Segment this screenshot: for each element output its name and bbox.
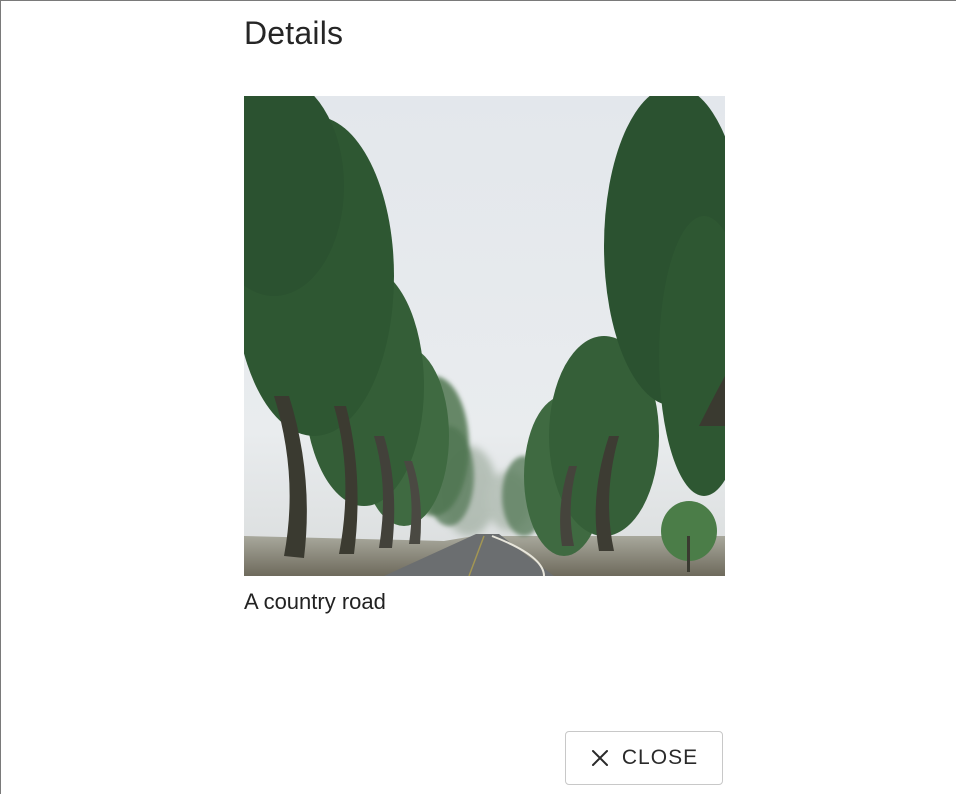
detail-image	[244, 96, 725, 576]
dialog: Details A country road CLOSE	[0, 0, 956, 794]
close-button-label: CLOSE	[621, 746, 699, 769]
close-icon	[590, 748, 610, 768]
dialog-title: Details	[244, 15, 344, 51]
image-caption: A country road	[244, 589, 386, 614]
close-button[interactable]: CLOSE	[565, 731, 723, 785]
